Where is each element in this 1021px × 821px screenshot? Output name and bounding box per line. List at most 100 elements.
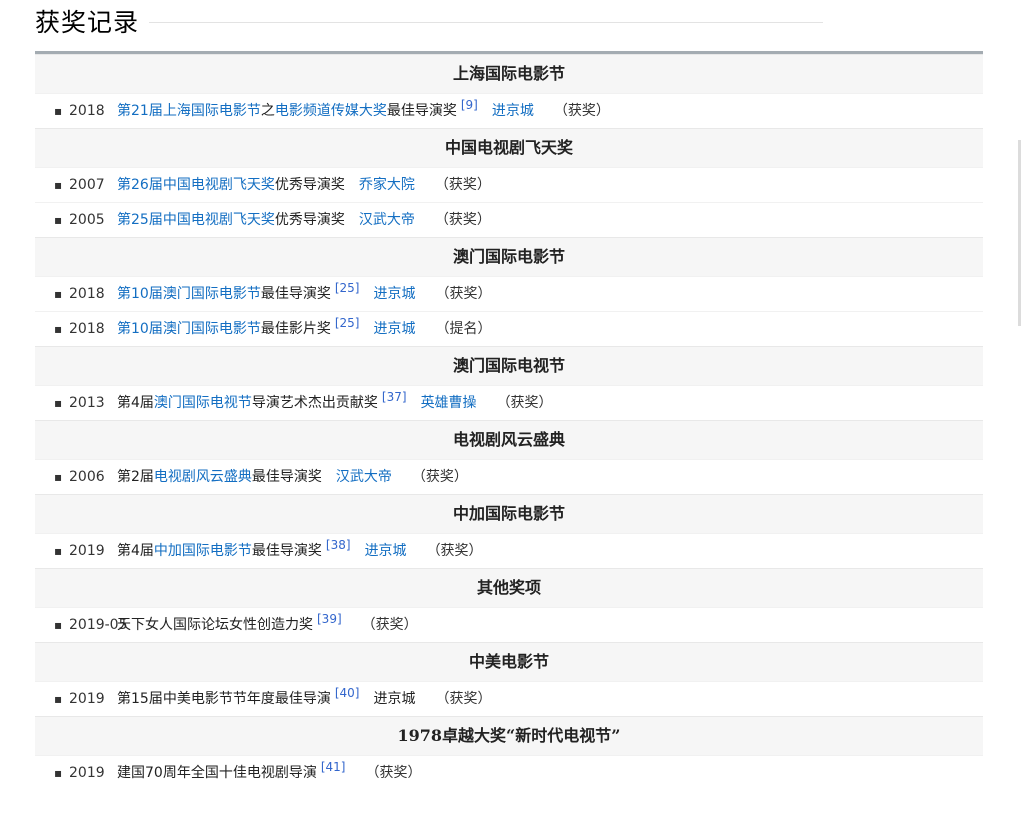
award-result: （获奖） bbox=[365, 765, 422, 781]
award-event-link[interactable]: 第26届中国电视剧飞天奖 bbox=[117, 177, 275, 193]
award-event-link[interactable]: 电视剧风云盛典 bbox=[154, 469, 252, 485]
section-header: 澳门国际电影节 bbox=[35, 237, 983, 276]
citation-link[interactable]: [9] bbox=[461, 98, 478, 112]
page-title: 获奖记录 bbox=[35, 8, 140, 37]
award-result: （获奖） bbox=[434, 177, 491, 193]
award-category-text: 优秀导演奖 bbox=[274, 212, 345, 228]
award-event-link[interactable]: 第25届中国电视剧飞天奖 bbox=[117, 212, 275, 228]
section-header: 中加国际电影节 bbox=[35, 494, 983, 533]
award-year: 2019 bbox=[69, 543, 105, 559]
section-header: 上海国际电影节 bbox=[35, 54, 983, 93]
award-result: （获奖） bbox=[496, 395, 553, 411]
work-title[interactable]: 乔家大院 bbox=[359, 177, 415, 193]
citation-link[interactable]: [40] bbox=[335, 686, 360, 700]
award-category-text: 最佳影片奖 bbox=[260, 321, 331, 337]
award-category-text: 导演艺术杰出贡献奖 bbox=[251, 395, 378, 411]
work-title[interactable]: 汉武大帝 bbox=[359, 212, 415, 228]
award-result: （获奖） bbox=[435, 691, 492, 707]
award-row: ▪ 2019 第4届中加国际电影节最佳导演奖 [38] 进京城 （获奖） bbox=[35, 533, 983, 568]
award-prefix-text: 建国70周年全国十佳电视剧导演 bbox=[117, 765, 317, 781]
award-description: 第25届中国电视剧飞天奖优秀导演奖 汉武大帝 （获奖） bbox=[117, 203, 491, 237]
award-connector-text: 之 bbox=[260, 103, 275, 119]
bullet-icon: ▪ bbox=[54, 178, 63, 192]
award-description: 第4届澳门国际电视节导演艺术杰出贡献奖 [37] 英雄曹操 （获奖） bbox=[117, 386, 553, 420]
award-row: ▪ 2018 第21届上海国际电影节之电影频道传媒大奖最佳导演奖 [9] 进京城 （获奖） bbox=[35, 93, 983, 128]
award-description: 天下女人国际论坛女性创造力奖 [39] （获奖） bbox=[117, 608, 418, 642]
award-row: ▪ 2013 第4届澳门国际电视节导演艺术杰出贡献奖 [37] 英雄曹操 （获奖） bbox=[35, 385, 983, 420]
award-row: ▪ 2019-05 天下女人国际论坛女性创造力奖 [39] （获奖） bbox=[35, 607, 983, 642]
award-category-text: 最佳导演奖 bbox=[386, 103, 457, 119]
work-title[interactable]: 汉武大帝 bbox=[336, 469, 392, 485]
award-category-text: 优秀导演奖 bbox=[274, 177, 345, 193]
section-header: 中美电影节 bbox=[35, 642, 983, 681]
award-description: 第4届中加国际电影节最佳导演奖 [38] 进京城 （获奖） bbox=[117, 534, 483, 568]
award-row: ▪ 2019 第15届中美电影节节年度最佳导演 [40] 进京城 （获奖） bbox=[35, 681, 983, 716]
award-event-link[interactable]: 第21届上海国际电影节 bbox=[117, 103, 261, 119]
award-row: ▪ 2018 第10届澳门国际电影节最佳导演奖 [25] 进京城 （获奖） bbox=[35, 276, 983, 311]
award-row: ▪ 2018 第10届澳门国际电影节最佳影片奖 [25] 进京城 （提名） bbox=[35, 311, 983, 346]
citation-link[interactable]: [25] bbox=[335, 316, 360, 330]
heading-divider bbox=[149, 22, 823, 23]
award-year: 2013 bbox=[69, 395, 105, 411]
award-result: （获奖） bbox=[553, 103, 610, 119]
bullet-icon: ▪ bbox=[54, 766, 63, 780]
award-year: 2018 bbox=[69, 286, 105, 302]
award-description: 第2届电视剧风云盛典最佳导演奖 汉武大帝 （获奖） bbox=[117, 460, 468, 494]
work-title[interactable]: 进京城 bbox=[373, 321, 415, 337]
award-category-text: 最佳导演奖 bbox=[260, 286, 331, 302]
award-description: 第21届上海国际电影节之电影频道传媒大奖最佳导演奖 [9] 进京城 （获奖） bbox=[117, 94, 610, 128]
citation-link[interactable]: [37] bbox=[382, 390, 407, 404]
award-row: ▪ 2006 第2届电视剧风云盛典最佳导演奖 汉武大帝 （获奖） bbox=[35, 459, 983, 494]
award-event-link[interactable]: 第10届澳门国际电影节 bbox=[117, 286, 261, 302]
work-title[interactable]: 进京城 bbox=[373, 286, 415, 302]
award-year: 2006 bbox=[69, 469, 105, 485]
bullet-icon: ▪ bbox=[54, 544, 63, 558]
citation-link[interactable]: [38] bbox=[326, 538, 351, 552]
award-description: 第26届中国电视剧飞天奖优秀导演奖 乔家大院 （获奖） bbox=[117, 168, 491, 202]
award-result: （提名） bbox=[435, 321, 492, 337]
award-category-text: 最佳导演奖 bbox=[251, 543, 322, 559]
award-year: 2007 bbox=[69, 177, 105, 193]
award-prefix-text: 第2届 bbox=[117, 469, 154, 485]
bullet-icon: ▪ bbox=[54, 287, 63, 301]
citation-link[interactable]: [39] bbox=[317, 612, 342, 626]
bullet-icon: ▪ bbox=[54, 618, 63, 632]
award-prefix-text: 第15届中美电影节节年度最佳导演 bbox=[117, 691, 331, 707]
award-event-link[interactable]: 中加国际电影节 bbox=[154, 543, 252, 559]
work-title[interactable]: 进京城 bbox=[365, 543, 407, 559]
award-event-link[interactable]: 第10届澳门国际电影节 bbox=[117, 321, 261, 337]
award-description: 第10届澳门国际电影节最佳影片奖 [25] 进京城 （提名） bbox=[117, 312, 491, 346]
awards-heading-bar: 获奖记录 bbox=[35, 3, 823, 39]
award-year: 2018 bbox=[69, 103, 105, 119]
bullet-icon: ▪ bbox=[54, 470, 63, 484]
bullet-icon: ▪ bbox=[54, 396, 63, 410]
award-prefix-text: 第4届 bbox=[117, 543, 154, 559]
award-year: 2019 bbox=[69, 765, 105, 781]
award-category-link[interactable]: 电影频道传媒大奖 bbox=[275, 103, 387, 119]
work-title[interactable]: 进京城 bbox=[492, 103, 534, 119]
section-header: 1978卓越大奖“新时代电视节” bbox=[35, 716, 983, 755]
bullet-icon: ▪ bbox=[54, 213, 63, 227]
award-row: ▪ 2005 第25届中国电视剧飞天奖优秀导演奖 汉武大帝 （获奖） bbox=[35, 202, 983, 237]
award-category-text: 最佳导演奖 bbox=[251, 469, 322, 485]
award-row: ▪ 2007 第26届中国电视剧飞天奖优秀导演奖 乔家大院 （获奖） bbox=[35, 167, 983, 202]
section-header: 其他奖项 bbox=[35, 568, 983, 607]
bullet-icon: ▪ bbox=[54, 104, 63, 118]
award-description: 第15届中美电影节节年度最佳导演 [40] 进京城 （获奖） bbox=[117, 682, 491, 716]
citation-link[interactable]: [25] bbox=[335, 281, 360, 295]
bullet-icon: ▪ bbox=[54, 322, 63, 336]
section-header: 中国电视剧飞天奖 bbox=[35, 128, 983, 167]
award-prefix-text: 天下女人国际论坛女性创造力奖 bbox=[117, 617, 313, 633]
award-year: 2005 bbox=[69, 212, 105, 228]
work-title: 进京城 bbox=[373, 691, 416, 707]
award-result: （获奖） bbox=[426, 543, 483, 559]
award-event-link[interactable]: 澳门国际电视节 bbox=[154, 395, 252, 411]
award-description: 第10届澳门国际电影节最佳导演奖 [25] 进京城 （获奖） bbox=[117, 277, 491, 311]
award-description: 建国70周年全国十佳电视剧导演 [41] （获奖） bbox=[117, 756, 421, 790]
award-result: （获奖） bbox=[434, 212, 491, 228]
work-title[interactable]: 英雄曹操 bbox=[421, 395, 477, 411]
section-header: 澳门国际电视节 bbox=[35, 346, 983, 385]
awards-table: 上海国际电影节 ▪ 2018 第21届上海国际电影节之电影频道传媒大奖最佳导演奖 [9]… bbox=[35, 51, 983, 790]
award-result: （获奖） bbox=[411, 469, 468, 485]
citation-link[interactable]: [41] bbox=[321, 760, 346, 774]
